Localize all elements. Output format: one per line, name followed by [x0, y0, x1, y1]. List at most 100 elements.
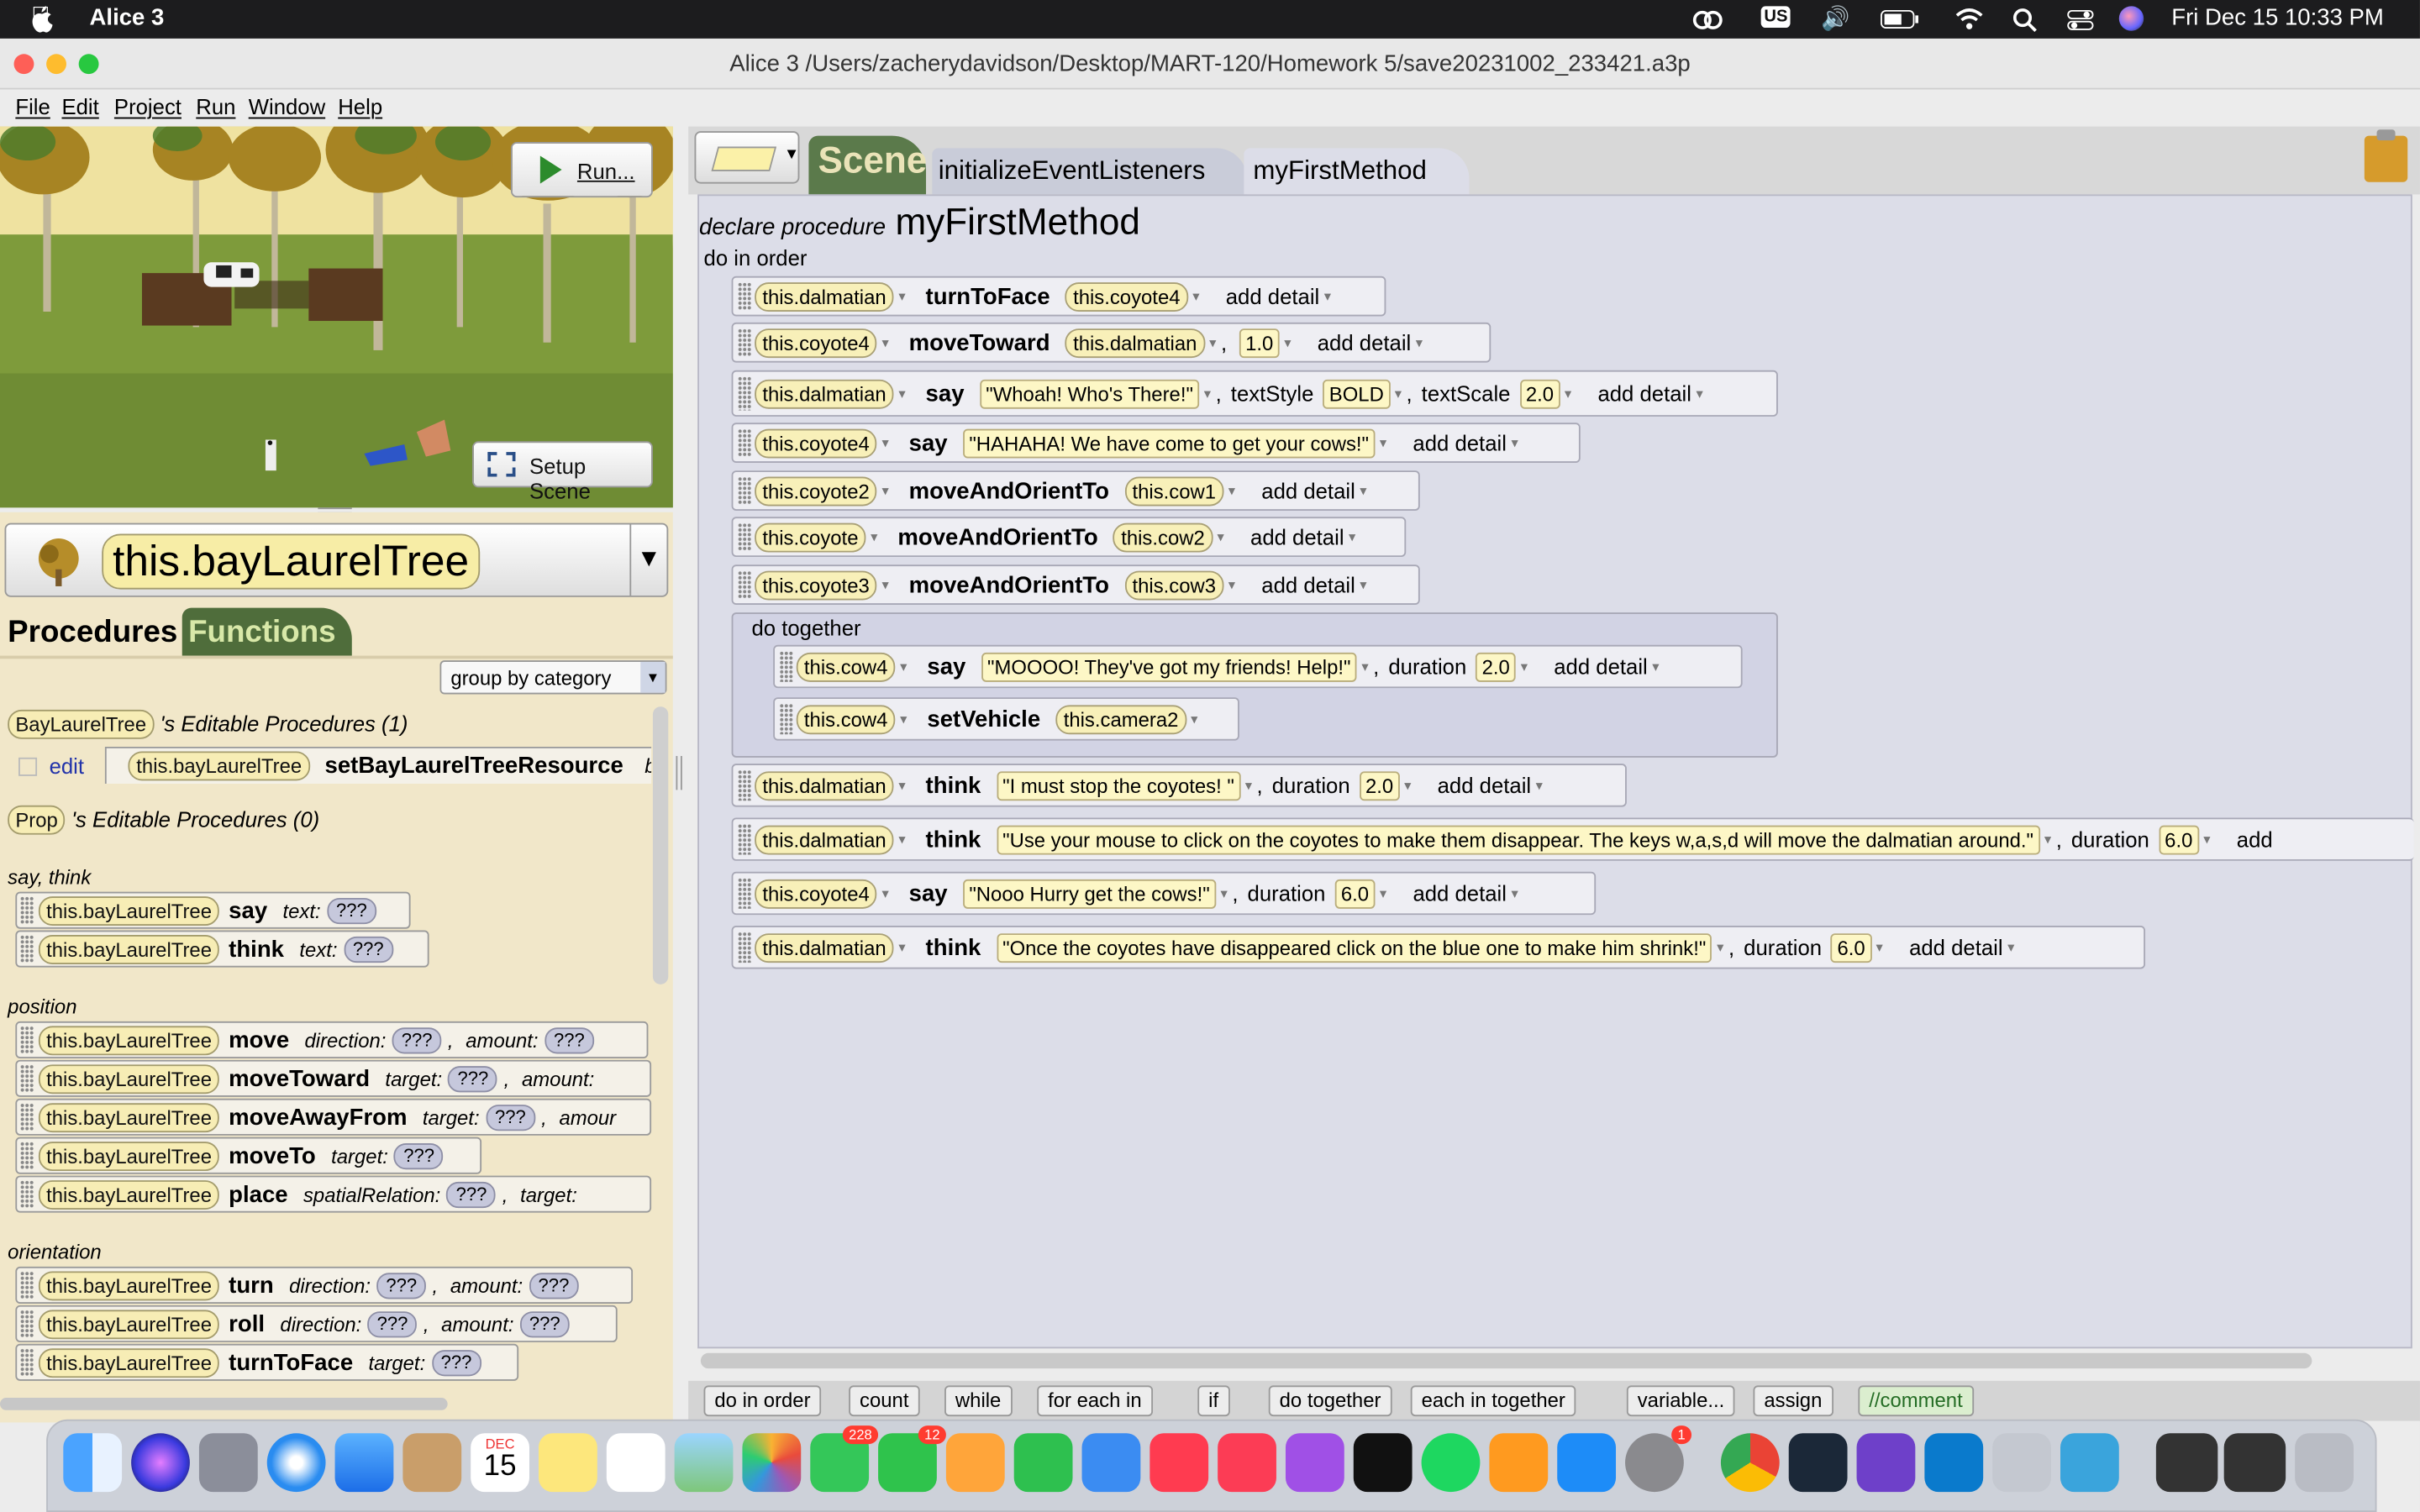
stmt-dalmatian-think-3[interactable]: this.dalmatian ▾ think "Once the coyotes ha… [731, 926, 2146, 969]
calendar-icon[interactable]: DEC 15 [471, 1433, 529, 1493]
stmt-cow4-setVehicle[interactable]: this.cow4 ▾ setVehicle this.camera2 ▾ [773, 697, 1239, 741]
run-button[interactable]: Run... [510, 141, 653, 198]
input-source-icon[interactable]: US [1760, 6, 1791, 29]
notes-icon[interactable] [539, 1433, 597, 1493]
tool-count[interactable]: count [849, 1385, 920, 1417]
stmt-dalmatian-say[interactable]: this.dalmatian ▾ say "Whoah! Who's There!" ▾… [731, 370, 1778, 417]
menubar-clock[interactable]: Fri Dec 15 10:33 PM [2171, 5, 2384, 31]
tab-initializeEventListeners[interactable]: initializeEventListeners [932, 148, 1248, 195]
stmt-coyote3-moveAndOrientTo[interactable]: this.coyote3 ▾ moveAndOrientTo this.cow3 ▾ ad… [731, 564, 1420, 605]
menu-window[interactable]: Window [249, 94, 325, 118]
apple-tv-icon[interactable] [1353, 1433, 1413, 1493]
tool-do-together[interactable]: do together [1268, 1385, 1392, 1417]
menu-edit[interactable]: Edit [61, 94, 98, 118]
keynote-icon[interactable] [1081, 1433, 1141, 1493]
do-together-block[interactable]: do together this.cow4 ▾ say "MOOOO! They've… [731, 612, 1778, 758]
spotlight-search-icon[interactable] [2012, 8, 2037, 33]
vscode-icon[interactable] [1924, 1433, 1984, 1493]
menu-project[interactable]: Project [114, 94, 182, 118]
preview-icon[interactable] [1992, 1433, 2051, 1493]
palette-say-block[interactable]: this.bayLaurelTree say text:??? [15, 891, 411, 929]
facetime-icon[interactable]: 12 [878, 1425, 946, 1493]
tool-variable[interactable]: variable... [1626, 1385, 1736, 1417]
palette-moveToward-block[interactable]: this.bayLaurelTree moveToward target:???, a… [15, 1059, 652, 1097]
stmt-dalmatian-think-2[interactable]: this.dalmatian ▾ think "Use your mouse to c… [731, 817, 2414, 861]
spotify-icon[interactable] [1421, 1433, 1481, 1493]
trash-icon[interactable] [2295, 1433, 2354, 1493]
battery-icon[interactable] [1880, 9, 1920, 29]
apple-logo-icon[interactable] [28, 5, 55, 34]
edit-link[interactable]: edit [50, 753, 84, 778]
tab-myFirstMethod[interactable]: myFirstMethod [1244, 148, 1470, 195]
app-store-icon[interactable] [1557, 1433, 1617, 1493]
safari-icon[interactable] [266, 1433, 326, 1493]
setup-scene-button[interactable]: Setup Scene [472, 441, 653, 503]
tab-functions[interactable]: Functions [182, 607, 352, 656]
stmt-coyote4-moveToward[interactable]: this.coyote4 ▾ moveToward this.dalmatian ▾, 1… [731, 322, 1491, 363]
siri-dock-icon[interactable] [131, 1433, 190, 1493]
chrome-icon[interactable] [1720, 1433, 1780, 1493]
set-resource-block[interactable]: this.bayLaurelTree setBayLaurelTreeResou… [105, 746, 652, 785]
stmt-coyote4-say[interactable]: this.coyote4 ▾ say "HAHAHA! We have come to… [731, 423, 1581, 464]
tab-procedures[interactable]: Procedures [0, 606, 182, 659]
edit-procedure-row[interactable]: edit this.bayLaurelTree setBayLaurelTree… [15, 746, 652, 785]
github-desktop-icon[interactable] [1856, 1433, 1916, 1493]
menu-file[interactable]: File [15, 94, 50, 118]
tool-do-in-order[interactable]: do in order [703, 1385, 822, 1417]
editor-horizontal-scrollbar[interactable] [700, 1352, 2312, 1369]
stmt-cow4-say[interactable]: this.cow4 ▾ say "MOOOO! They've got my frie… [773, 644, 1743, 689]
photos-icon[interactable] [742, 1433, 802, 1493]
tool-for-each-in[interactable]: for each in [1037, 1385, 1153, 1417]
control-center-icon[interactable] [2066, 8, 2094, 32]
volume-icon[interactable]: 🔊 [1821, 5, 1849, 32]
reminders-icon[interactable] [606, 1433, 666, 1493]
group-by-select[interactable]: group by category ▼ [439, 660, 667, 695]
tab-scene[interactable]: Scene [808, 135, 927, 195]
stmt-dalmatian-turnToFace[interactable]: this.dalmatian ▾ turnToFace this.coyote4 ▾ ad… [731, 276, 1386, 317]
tool-each-in-together[interactable]: each in together [1410, 1385, 1576, 1417]
palette-moveTo-block[interactable]: this.bayLaurelTree moveTo target:??? [15, 1137, 482, 1174]
stmt-dalmatian-think-1[interactable]: this.dalmatian ▾ think "I must stop the coy… [731, 764, 1627, 807]
palette-turn-block[interactable]: this.bayLaurelTree turn direction:???, amou… [15, 1266, 634, 1305]
tool-comment[interactable]: //comment [1858, 1385, 1974, 1417]
palette-place-block[interactable]: this.bayLaurelTree place spatialRelation:?… [15, 1175, 652, 1213]
horizontal-splitter-handle[interactable] [676, 755, 682, 790]
books-icon[interactable] [1489, 1433, 1549, 1493]
stmt-coyote-moveAndOrientTo[interactable]: this.coyote ▾ moveAndOrientTo this.cow2 ▾ add… [731, 517, 1407, 558]
creative-cloud-icon[interactable] [1691, 6, 1725, 32]
system-settings-icon[interactable]: 1 [1625, 1425, 1692, 1493]
finder-icon[interactable] [63, 1433, 123, 1493]
mail-icon[interactable] [334, 1433, 394, 1493]
palette-horizontal-scrollbar[interactable] [0, 1398, 448, 1410]
minimized-window-1-icon[interactable] [2155, 1433, 2218, 1493]
do-in-order-label[interactable]: do in order [704, 245, 808, 270]
object-dropdown-arrow-icon[interactable]: ▼ [629, 524, 666, 596]
tool-while[interactable]: while [944, 1385, 1013, 1417]
object-selector[interactable]: this.bayLaurelTree ▼ [4, 522, 669, 597]
active-app-name[interactable]: Alice 3 [90, 5, 165, 31]
palette-turnToFace-block[interactable]: this.bayLaurelTree turnToFace target:??? [15, 1343, 519, 1381]
edit-checkbox[interactable] [18, 756, 38, 775]
tool-assign[interactable]: assign [1753, 1385, 1833, 1417]
clipboard-icon[interactable] [2364, 129, 2408, 182]
launchpad-icon[interactable] [198, 1433, 258, 1493]
stmt-coyote4-say-2[interactable]: this.coyote4 ▾ say "Nooo Hurry get the cows… [731, 871, 1597, 916]
palette-think-block[interactable]: this.bayLaurelTree think text:??? [15, 930, 429, 968]
palette-move-block[interactable]: this.bayLaurelTree move direction:???, amou… [15, 1021, 649, 1058]
maps-icon[interactable] [674, 1433, 734, 1493]
numbers-icon[interactable] [1013, 1433, 1073, 1493]
tool-if[interactable]: if [1197, 1385, 1229, 1417]
pages-icon[interactable] [945, 1433, 1005, 1493]
messages-icon[interactable]: 228 [810, 1425, 879, 1493]
alice-icon[interactable] [2060, 1433, 2119, 1493]
contacts-icon[interactable] [402, 1433, 462, 1493]
podcasts-icon[interactable] [1285, 1433, 1344, 1493]
scene-preview[interactable]: Run... Setup Scene [0, 126, 673, 508]
steam-icon[interactable] [1788, 1433, 1848, 1493]
music-icon[interactable] [1218, 1433, 1276, 1493]
palette-roll-block[interactable]: this.bayLaurelTree roll direction:???, amou… [15, 1305, 618, 1342]
palette-moveAwayFrom-block[interactable]: this.bayLaurelTree moveAwayFrom target:???… [15, 1098, 652, 1136]
method-body[interactable]: declare procedure myFirstMethod do in or… [697, 194, 2414, 1349]
menu-run[interactable]: Run [196, 94, 235, 118]
siri-icon[interactable] [2118, 6, 2144, 31]
